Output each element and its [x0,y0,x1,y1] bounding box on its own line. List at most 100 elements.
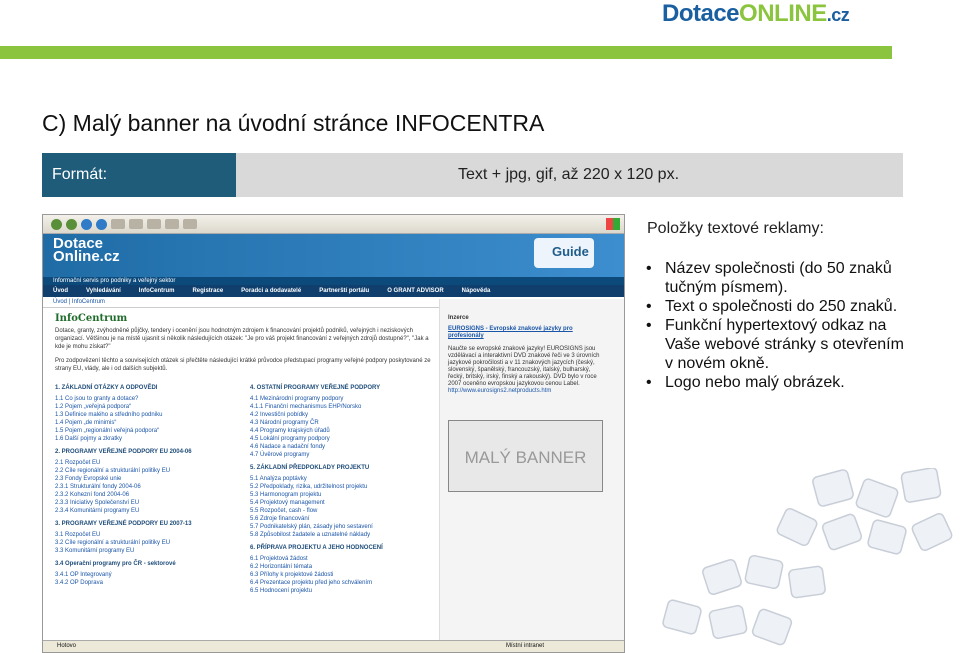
mail-icon[interactable] [165,219,179,229]
topic-link[interactable]: 1.5 Pojem „regionální veřejná podpora“ [55,427,240,435]
favorites-icon[interactable] [129,219,143,229]
history-icon[interactable] [147,219,161,229]
nav-item[interactable]: Registrace [192,288,223,294]
topic-link[interactable]: 5.1 Analýza poptávky [250,475,435,483]
ad-items-title: Položky textové reklamy: [647,220,824,237]
topic-link[interactable]: 5.5 Rozpočet, cash - flow [250,507,435,515]
logo-part-1: Dotace [662,0,740,27]
format-value: Text + jpg, gif, až 220 x 120 px. [458,166,680,183]
print-icon[interactable] [183,219,197,229]
topic-link[interactable]: 2.2 Cíle regionální a strukturální polit… [55,467,240,475]
topic-link[interactable]: 1.6 Další pojmy a zkratky [55,435,240,443]
format-label: Formát: [42,153,236,197]
ad-url-link[interactable]: http://www.eurosigns2.netproducts.htm [448,388,608,395]
topic-link[interactable]: 5.6 Zdroje financování [250,515,435,523]
browser-toolbar [43,215,624,234]
topic-link[interactable]: 6.1 Projektová žádost [250,555,435,563]
topic-link[interactable]: 2.1 Rozpočet EU [55,459,240,467]
topic-link[interactable]: 2.3.3 Iniciativy Společenství EU [55,499,240,507]
topic-link[interactable]: 6.5 Hodnocení projektu [250,587,435,595]
site-header: Dotace Online.cz Guide [43,234,624,277]
topic-link[interactable]: 5.8 Způsobilost žadatele a uznatelné nák… [250,531,435,539]
ad-text: Naučte se evropské znakové jazyky! EUROS… [448,346,600,387]
ad-title-link[interactable]: EUROSIGNS - Evropské znakové jazyky pro … [448,326,608,340]
topic-link[interactable]: 4.5 Lokální programy podpory [250,435,435,443]
forward-icon[interactable] [66,218,77,230]
topic-link[interactable]: 3.1 Rozpočet EU [55,531,240,539]
topic-link[interactable]: 1.3 Definice malého a středního podniku [55,411,240,419]
topic-link[interactable]: 1.2 Pojem „veřejná podpora“ [55,403,240,411]
status-bar: Hotovo Místní intranet [43,640,624,652]
nav-item[interactable]: Vyhledávání [86,288,121,294]
infocentrum-screenshot: Dotace Online.cz Guide Informační servis… [42,214,625,653]
topic-link[interactable]: 2.3.2 Kohezní fond 2004-06 [55,491,240,499]
topic-link[interactable]: 5.4 Projektový management [250,499,435,507]
list-item: Text o společnosti do 250 znaků. [646,297,908,316]
nav-item[interactable]: O GRANT ADVISOR [387,288,443,294]
right-topics: 4. OSTATNÍ PROGRAMY VEŘEJNÉ PODPORY 4.1 M… [250,379,435,595]
intro-text: Dotace, granty, zvýhodněné půjčky, tende… [55,328,429,350]
topic-link[interactable]: 6.4 Prezentace projektu před jeho schvál… [250,579,435,587]
guide-badge[interactable]: Guide [534,238,594,268]
refresh-icon[interactable] [81,218,92,230]
ad-column: Inzerce EUROSIGNS - Evropské znakové jaz… [439,299,624,652]
nav-item[interactable]: InfoCentrum [139,288,175,294]
list-item: Logo nebo malý obrázek. [646,373,908,392]
topic-link[interactable]: 3.2 Cíle regionální a strukturální polit… [55,539,240,547]
topic-link[interactable]: 5.2 Předpoklady, rizika, udržitelnost pr… [250,483,435,491]
list-item: Název společnosti (do 50 znaků tučným pí… [646,259,908,297]
topic-link[interactable]: 4.2 Investiční pobídky [250,411,435,419]
main-column: InfoCentrum Dotace, granty, zvýhodněné p… [55,313,433,595]
nav-item[interactable]: Nápověda [462,288,491,294]
search-icon[interactable] [111,219,125,229]
topic-link[interactable]: 2.3.4 Komunitární programy EU [55,507,240,515]
dotaceonline-logo: DotaceONLINE.cz [662,0,850,28]
topic-section-title: 1. ZÁKLADNÍ OTÁZKY A ODPOVĚDI [55,385,158,391]
ad-header: Inzerce [448,315,469,321]
topic-link[interactable]: 4.3 Národní programy ČR [250,419,435,427]
topic-link[interactable]: 4.6 Nadace a nadační fondy [250,443,435,451]
topic-link[interactable]: 5.7 Podnikatelský plán, zásady jeho sest… [250,523,435,531]
ad-items-list: Název společnosti (do 50 znaků tučným pí… [646,259,908,392]
topic-link[interactable]: 3.3 Komunitární programy EU [55,547,240,555]
left-topics: 1. ZÁKLADNÍ OTÁZKY A ODPOVĚDI 1.1 Co jsou… [55,379,240,595]
zone-text: Místní intranet [505,643,544,649]
topic-link[interactable]: 2.3.1 Strukturální fondy 2004-06 [55,483,240,491]
green-accent-bar [0,46,892,59]
ad-block: Inzerce EUROSIGNS - Evropské znakové jaz… [448,315,608,395]
topic-link[interactable]: 2.3 Fondy Evropské unie [55,475,240,483]
logo-part-3: .cz [826,5,850,25]
topic-section-title: 4. OSTATNÍ PROGRAMY VEŘEJNÉ PODPORY [250,385,381,391]
back-icon[interactable] [51,218,62,230]
home-icon[interactable] [96,218,107,230]
topic-link[interactable]: 1.4 Pojem „de minimis“ [55,419,240,427]
topic-link[interactable]: 3.4.2 OP Doprava [55,579,240,587]
nav-item[interactable]: Úvod [53,288,68,294]
intro-text-2: Pro zodpovězení těchto a souvisejících o… [55,358,431,372]
nav-item[interactable]: Partnerští portálu [319,288,369,294]
topic-section-title: 3.4 Operační programy pro ČR - sektorové [55,561,176,567]
section-title: InfoCentrum [55,313,128,324]
topic-link[interactable]: 4.1.1 Finanční mechanismus EHP/Norsko [250,403,435,411]
windows-logo-icon [606,218,620,230]
format-row: Formát: Text + jpg, gif, až 220 x 120 px… [42,153,903,197]
slide-title: C) Malý banner na úvodní stránce INFOCEN… [42,110,545,136]
topic-link[interactable]: 6.3 Přílohy k projektové žádosti [250,571,435,579]
site-logo[interactable]: Dotace Online.cz [53,236,120,264]
topic-section-title: 5. ZÁKLADNÍ PŘEDPOKLADY PROJEKTU [250,465,370,471]
nav-item[interactable]: Poradci a dodavatelé [241,288,301,294]
topic-section-title: 6. PŘÍPRAVA PROJEKTU A JEHO HODNOCENÍ [250,545,383,551]
topic-link[interactable]: 4.4 Programy krajských úřadů [250,427,435,435]
topic-link[interactable]: 6.2 Horizontální témata [250,563,435,571]
letter-tiles-decoration [662,468,953,646]
topic-link[interactable]: 4.7 Úvěrové programy [250,451,435,459]
topic-link[interactable]: 4.1 Mezinárodní programy podpory [250,395,435,403]
topic-section-title: 3. PROGRAMY VEŘEJNÉ PODPORY EU 2007-13 [55,521,192,527]
topic-columns: 1. ZÁKLADNÍ OTÁZKY A ODPOVĚDI 1.1 Co jsou… [55,379,433,595]
small-banner-placeholder[interactable]: MALÝ BANNER [448,420,603,492]
topic-link[interactable]: 5.3 Harmonogram projektu [250,491,435,499]
topic-link[interactable]: 3.4.1 OP Integrovaný [55,571,240,579]
topic-link[interactable]: 1.1 Co jsou to granty a dotace? [55,395,240,403]
list-item: Funkční hypertextový odkaz na Vaše webov… [646,316,908,373]
site-nav: Úvod Vyhledávání InfoCentrum Registrace … [43,285,624,297]
